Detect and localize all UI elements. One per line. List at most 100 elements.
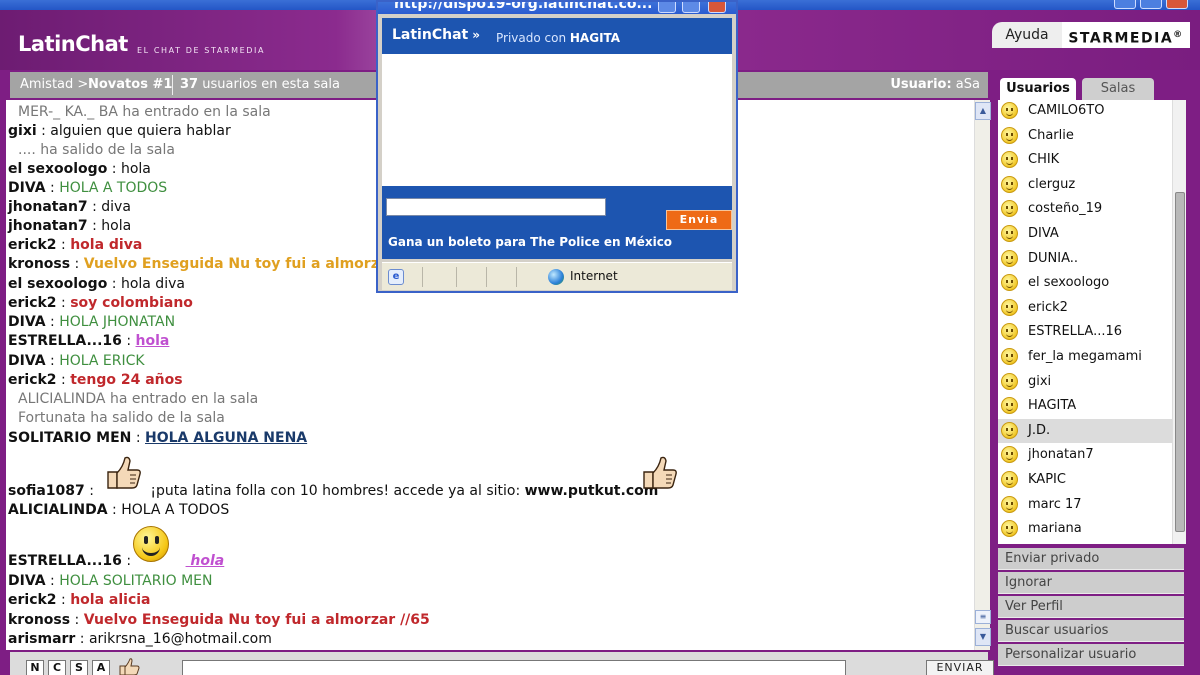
user-list-item[interactable]: CHIK (998, 148, 1172, 172)
thumbs-up-icon[interactable] (116, 656, 142, 675)
user-list-item[interactable]: ESTRELLA...16 (998, 320, 1172, 344)
message-nick[interactable]: jhonatan7 (8, 218, 88, 234)
format-s-button[interactable]: S (70, 660, 88, 675)
user-name: HAGITA (1028, 398, 1077, 414)
message-nick[interactable]: ALICIALINDA (8, 502, 108, 518)
message-text: arikrsna_16@hotmail.com (88, 631, 272, 647)
user-name: KAPIC (1028, 472, 1066, 487)
user-list-scroll-thumb[interactable] (1175, 192, 1185, 532)
user-name: mariana (1028, 521, 1082, 537)
smiley-icon (1001, 372, 1018, 390)
user-list-item[interactable]: DUNIA.. (998, 247, 1172, 271)
message-nick[interactable]: kronoss (8, 612, 70, 628)
message-nick[interactable]: DIVA (8, 314, 46, 330)
message-nick[interactable]: DIVA (8, 573, 46, 589)
message-nick[interactable]: el sexoologo (8, 161, 107, 177)
nick-separator: : (36, 123, 51, 139)
close-button[interactable] (1166, 0, 1188, 9)
message-text: HOLA SOLITARIO MEN (59, 573, 213, 589)
send-private-button[interactable]: Enviar privado (998, 548, 1184, 570)
latinchat-logo[interactable]: LatinChat (18, 32, 128, 56)
user-list[interactable]: CAMILO6TO Charlie CHIK clerguz costeño_19 DIV… (998, 100, 1172, 544)
user-list-item[interactable]: gixi (998, 370, 1172, 394)
user-list-item[interactable]: mariana (998, 517, 1172, 541)
user-list-scrollbar[interactable] (1172, 100, 1186, 544)
message-text: ALICIALINDA ha entrado en la sala (18, 391, 259, 407)
message-nick[interactable]: sofia1087 (8, 483, 85, 499)
private-window-titlebar: http://dispo19-org.latinchat.co... (378, 2, 736, 14)
view-profile-button[interactable]: Ver Perfil (998, 596, 1184, 618)
user-list-item[interactable]: costeño_19 (998, 197, 1172, 221)
user-list-item[interactable]: DIVA (998, 222, 1172, 246)
starmedia-logo[interactable]: STARMEDIA® (1062, 22, 1190, 48)
user-list-item[interactable]: KAPIC (998, 468, 1172, 492)
chat-message: DIVA : HOLA A TODOS (8, 179, 167, 197)
format-a-button[interactable]: A (92, 660, 110, 675)
private-send-button[interactable]: Envia (666, 210, 732, 230)
user-list-item[interactable]: clerguz (998, 173, 1172, 197)
smiley-icon (1001, 225, 1018, 242)
private-with-label: Privado con HAGITA (496, 31, 620, 45)
user-list-item[interactable]: jhonatan7 (998, 443, 1172, 467)
message-text: soy colombiano (70, 295, 193, 311)
ignore-button[interactable]: Ignorar (998, 572, 1184, 594)
popup-maximize-button[interactable] (682, 2, 700, 13)
message-text: HOLA JHONATAN (59, 314, 176, 330)
send-button[interactable]: ENVIAR (926, 660, 994, 675)
user-list-item[interactable]: HAGITA (998, 394, 1172, 418)
tagline: EL CHAT DE STARMEDIA (137, 46, 266, 55)
popup-minimize-button[interactable] (658, 2, 676, 13)
message-nick[interactable]: gixi (8, 123, 37, 139)
format-c-button[interactable]: C (48, 660, 66, 675)
user-name: el sexoologo (1028, 275, 1110, 291)
private-message-log[interactable] (382, 54, 732, 186)
popup-close-button[interactable] (708, 2, 726, 13)
user-list-item[interactable]: marc 17 (998, 493, 1172, 517)
format-n-button[interactable]: N (26, 660, 44, 675)
message-nick[interactable]: erick2 (8, 592, 57, 608)
message-nick[interactable]: jhonatan7 (8, 199, 88, 215)
breadcrumb-parent[interactable]: Amistad > (20, 72, 88, 98)
tab-rooms[interactable]: Salas (1082, 78, 1154, 100)
message-input[interactable] (182, 660, 846, 675)
maximize-button[interactable] (1140, 0, 1162, 9)
help-link[interactable]: Ayuda (992, 22, 1062, 48)
message-nick[interactable]: erick2 (8, 237, 57, 253)
message-nick[interactable]: DIVA (8, 353, 46, 369)
message-nick[interactable]: arismarr (8, 631, 75, 647)
message-nick[interactable]: ESTRELLA...16 (8, 333, 122, 349)
user-list-item[interactable]: Charlie (998, 124, 1172, 148)
promo-link[interactable]: Gana un boleto para The Police en México (388, 235, 672, 249)
chat-scrollbar[interactable]: ▲ ≡ ▼ (974, 100, 991, 650)
user-name: DIVA (1028, 226, 1059, 241)
private-window-title: http://dispo19-org.latinchat.co... (394, 2, 653, 12)
scroll-thumb[interactable]: ≡ (975, 610, 991, 624)
ie-page-icon: e (388, 269, 404, 285)
message-nick[interactable]: ESTRELLA...16 (8, 553, 122, 569)
message-nick[interactable]: el sexoologo (8, 276, 107, 292)
message-nick[interactable]: DIVA (8, 180, 46, 196)
search-users-button[interactable]: Buscar usuarios (998, 620, 1184, 642)
customize-user-button[interactable]: Personalizar usuario (998, 644, 1184, 666)
current-user: Usuario: aSa (890, 72, 980, 98)
chat-message: erick2 : soy colombiano (8, 294, 193, 312)
user-list-item[interactable]: J.D. (998, 418, 1172, 443)
message-nick[interactable]: erick2 (8, 295, 57, 311)
message-text[interactable]: hola (186, 553, 224, 569)
scroll-down-button[interactable]: ▼ (975, 628, 991, 646)
minimize-button[interactable] (1114, 0, 1136, 9)
tab-users[interactable]: Usuarios (1000, 78, 1076, 100)
message-text[interactable]: HOLA ALGUNA NENA (145, 430, 307, 446)
scroll-up-button[interactable]: ▲ (975, 102, 991, 120)
message-nick[interactable]: kronoss (8, 256, 70, 272)
user-list-item[interactable]: fer_la megamami (998, 345, 1172, 369)
message-nick[interactable]: SOLITARIO MEN (8, 430, 131, 446)
private-message-input[interactable] (386, 198, 606, 216)
user-list-item[interactable]: el sexoologo (998, 271, 1172, 295)
message-text: HOLA ERICK (59, 353, 145, 369)
user-list-item[interactable]: CAMILO6TO (998, 100, 1172, 123)
user-list-item[interactable]: erick2 (998, 296, 1172, 320)
message-text[interactable]: hola (136, 333, 170, 349)
message-nick[interactable]: erick2 (8, 372, 57, 388)
smiley-icon (1001, 397, 1018, 415)
